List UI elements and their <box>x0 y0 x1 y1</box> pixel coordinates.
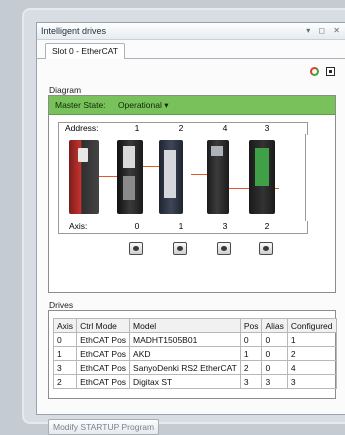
io-knob-icon[interactable] <box>217 242 231 255</box>
table-cell: 2 <box>286 346 337 361</box>
table-row[interactable]: 1 EthCAT Pos AKD 1 0 2 <box>52 346 337 361</box>
table-cell: 1 <box>286 332 337 347</box>
column-header[interactable]: Model <box>129 318 241 333</box>
io-knob-icon[interactable] <box>129 242 143 255</box>
modify-startup-program-button[interactable]: Modify STARTUP Program <box>48 419 160 435</box>
table-cell: AKD <box>129 346 241 361</box>
io-knob-icon[interactable] <box>259 242 273 255</box>
table-cell: 0 <box>261 346 288 361</box>
drive-image[interactable] <box>249 140 275 214</box>
table-cell: 3 <box>286 374 337 389</box>
table-row[interactable]: 0 EthCAT Pos MADHT1505B01 0 0 1 <box>52 332 337 347</box>
table-header-row: Axis Ctrl Mode Model Pos Alias Configure… <box>52 318 337 333</box>
table-cell: Digitax ST <box>129 374 241 389</box>
window-title: Intelligent drives <box>41 26 107 36</box>
table-cell: EthCAT Pos <box>76 374 131 389</box>
tab-bar: Slot 0 - EtherCAT <box>37 40 345 59</box>
table-cell: 4 <box>286 360 337 375</box>
drives-group-label: Drives <box>49 300 74 310</box>
tab-slot0-ethercat[interactable]: Slot 0 - EtherCAT <box>45 43 125 59</box>
table-row[interactable]: 2 EthCAT Pos Digitax ST 3 3 3 <box>52 374 337 389</box>
intelligent-drives-window: Intelligent drives ▾ ◻ ✕ Slot 0 - EtherC… <box>36 22 345 435</box>
table-row[interactable]: 3 EthCAT Pos SanyoDenki RS2 EtherCAT 2 0… <box>52 360 337 375</box>
drive-image[interactable] <box>207 140 229 214</box>
address-value: 4 <box>222 123 228 133</box>
axis-value: 0 <box>134 221 140 231</box>
table-cell: 2 <box>239 360 263 375</box>
window-controls[interactable]: ▾ ◻ ✕ <box>306 23 343 39</box>
table-cell: 0 <box>52 332 78 347</box>
drive-image[interactable] <box>159 140 183 214</box>
master-state-label: Master State: <box>55 100 106 110</box>
table-cell: MADHT1505B01 <box>129 332 241 347</box>
diagram-panel: Master State: Operational ▾ Address: 1 2… <box>48 95 336 293</box>
window-titlebar: Intelligent drives ▾ ◻ ✕ <box>37 23 345 40</box>
column-header[interactable]: Configured <box>286 318 337 333</box>
table-cell: 1 <box>239 346 263 361</box>
table-cell: 3 <box>261 374 288 389</box>
column-header[interactable]: Pos <box>239 318 263 333</box>
table-cell: 3 <box>52 360 78 375</box>
table-cell: SanyoDenki RS2 EtherCAT <box>129 360 241 375</box>
address-value: 3 <box>264 123 270 133</box>
table-cell: EthCAT Pos <box>76 332 131 347</box>
column-header[interactable]: Alias <box>261 318 288 333</box>
table-cell: 2 <box>52 374 78 389</box>
column-header[interactable]: Ctrl Mode <box>76 318 131 333</box>
table-cell: EthCAT Pos <box>76 346 131 361</box>
master-state-value[interactable]: Operational <box>118 100 162 110</box>
io-knob-icon[interactable] <box>173 242 187 255</box>
drives-panel: Axis Ctrl Mode Model Pos Alias Configure… <box>48 310 337 399</box>
dock-icon[interactable] <box>326 67 335 76</box>
drives-table: Axis Ctrl Mode Model Pos Alias Configure… <box>52 318 337 389</box>
dropdown-arrow-icon[interactable]: ▾ <box>164 100 168 110</box>
address-label: Address: <box>65 123 99 133</box>
axis-value: 1 <box>178 221 184 231</box>
table-cell: 1 <box>52 346 78 361</box>
table-cell: EthCAT Pos <box>76 360 131 375</box>
address-value: 2 <box>178 123 184 133</box>
table-cell: 0 <box>261 332 288 347</box>
axis-value: 3 <box>222 221 228 231</box>
column-header[interactable]: Axis <box>52 318 78 333</box>
axis-row: Axis: 0 1 3 2 <box>58 221 308 234</box>
table-cell: 0 <box>239 332 263 347</box>
diagram-group-label: Diagram <box>49 85 82 95</box>
toolbar <box>307 67 335 85</box>
drive-image[interactable] <box>69 140 99 214</box>
refresh-icon[interactable] <box>309 67 319 76</box>
drives-diagram <box>58 134 306 221</box>
table-cell: 0 <box>261 360 288 375</box>
table-cell: 3 <box>239 374 263 389</box>
master-state-bar[interactable]: Master State: Operational ▾ <box>49 96 335 115</box>
axis-value: 2 <box>264 221 270 231</box>
address-value: 1 <box>134 123 140 133</box>
drive-image[interactable] <box>117 140 143 214</box>
axis-label: Axis: <box>69 221 88 231</box>
